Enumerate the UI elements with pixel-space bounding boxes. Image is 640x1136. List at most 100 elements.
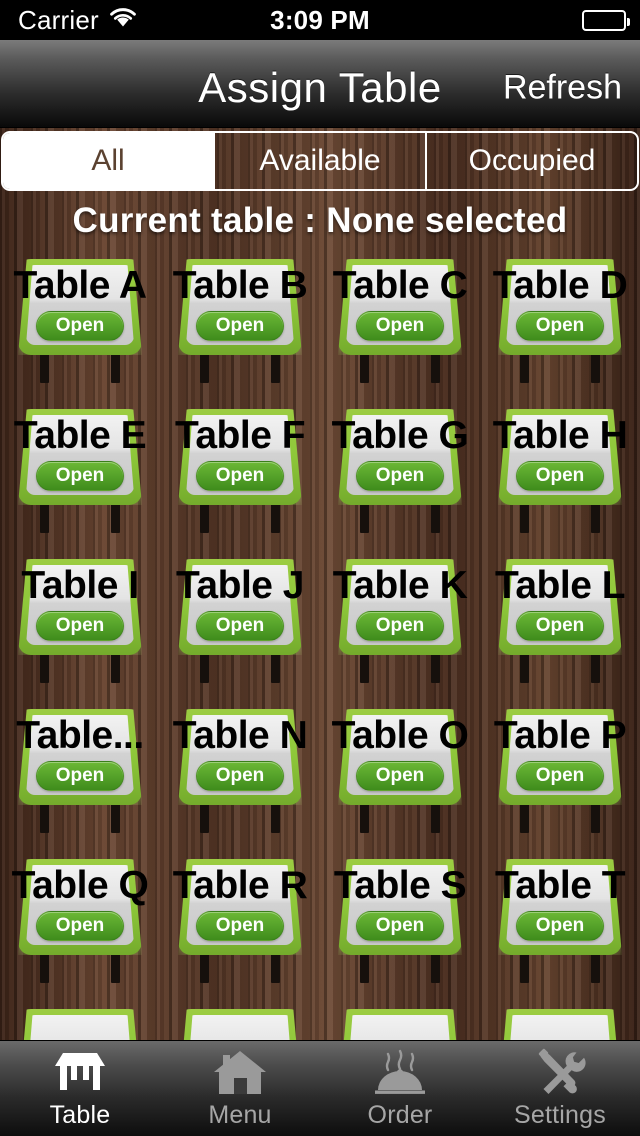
table-item[interactable]: Open Table T <box>480 854 640 1004</box>
table-name-label: Table K <box>332 565 468 607</box>
table-graphic-icon: Open Table N <box>173 709 308 839</box>
content-area: All Available Occupied Current table : N… <box>0 128 640 1136</box>
tab-menu-label: Menu <box>208 1100 272 1129</box>
table-graphic-icon: Open Table R <box>173 859 308 989</box>
table-status-badge: Open <box>36 911 124 941</box>
table-status-badge: Open <box>356 311 444 341</box>
table-status-badge: Open <box>516 911 604 941</box>
table-graphic-icon: Open Table H <box>493 409 628 539</box>
table-grid-row: Open Table I Open Table J Open Table K Open Tab… <box>0 554 640 704</box>
table-graphic-icon: Open Table... <box>14 709 146 839</box>
filter-segmented-control[interactable]: All Available Occupied <box>1 131 639 191</box>
table-name-label <box>316 1015 484 1057</box>
table-graphic-icon: Open Table E <box>14 409 147 539</box>
table-grid-row: Open Table E Open Table F Open Table G Open Tab… <box>0 404 640 554</box>
table-item[interactable]: Open Table K <box>320 554 480 704</box>
table-item[interactable]: Open Table E <box>0 404 160 554</box>
table-item[interactable]: Open Table O <box>320 704 480 854</box>
battery-full-icon <box>582 9 630 31</box>
segment-available[interactable]: Available <box>215 133 427 189</box>
table-name-label: Table... <box>16 715 144 757</box>
status-bar: Carrier 3:09 PM <box>0 0 640 40</box>
table-name-label: Table E <box>13 415 147 457</box>
segment-all[interactable]: All <box>3 133 215 189</box>
table-status-badge: Open <box>196 761 284 791</box>
table-item[interactable]: Open Table R <box>160 854 320 1004</box>
table-item[interactable]: Open Table Q <box>0 854 160 1004</box>
table-status-badge: Open <box>356 761 444 791</box>
table-graphic-icon: Open Table S <box>334 859 467 989</box>
table-name-label: Table Q <box>11 865 149 907</box>
table-graphic-icon: Open Table B <box>173 259 308 389</box>
table-status-badge: Open <box>196 311 284 341</box>
table-item[interactable]: Open Table P <box>480 704 640 854</box>
navigation-bar: Assign Table Refresh <box>0 40 640 128</box>
table-graphic-icon: Open Table C <box>333 259 468 389</box>
table-name-label: Table I <box>21 565 139 607</box>
table-grid-row: Open Table A Open Table B Open Table C Open Tab… <box>0 254 640 404</box>
table-graphic-icon: Open Table A <box>13 259 147 389</box>
table-graphic-icon: Open Table P <box>494 709 627 839</box>
table-name-label: Table H <box>492 415 628 457</box>
table-graphic-icon: Open Table G <box>332 409 469 539</box>
table-item[interactable]: Open Table N <box>160 704 320 854</box>
table-item[interactable]: Open Table A <box>0 254 160 404</box>
table-status-badge: Open <box>36 311 124 341</box>
table-status-badge: Open <box>36 461 124 491</box>
table-name-label: Table D <box>492 265 628 307</box>
table-graphic-icon: Open Table L <box>494 559 626 689</box>
table-item[interactable]: Open Table J <box>160 554 320 704</box>
status-bar-right <box>582 9 630 31</box>
tab-table-label: Table <box>49 1100 111 1129</box>
table-status-badge: Open <box>516 761 604 791</box>
table-name-label: Table P <box>493 715 627 757</box>
table-item[interactable]: Open Table D <box>480 254 640 404</box>
table-item[interactable]: Open Table B <box>160 254 320 404</box>
table-name-label: Table B <box>172 265 308 307</box>
table-item[interactable]: Open Table F <box>160 404 320 554</box>
table-item[interactable]: Open Table... <box>0 704 160 854</box>
table-name-label <box>476 1015 640 1057</box>
table-name-label: Table A <box>13 265 147 307</box>
current-table-label: Current table : None selected <box>72 201 568 240</box>
table-status-badge: Open <box>196 461 284 491</box>
table-status-badge: Open <box>356 611 444 641</box>
table-status-badge: Open <box>36 611 124 641</box>
table-graphic-icon: Open Table D <box>493 259 628 389</box>
table-name-label: Table L <box>494 565 626 607</box>
table-name-label: Table T <box>494 865 626 907</box>
table-name-label: Table C <box>332 265 468 307</box>
table-status-badge: Open <box>516 461 604 491</box>
table-graphic-icon: Open Table O <box>332 709 469 839</box>
table-status-badge: Open <box>196 911 284 941</box>
tab-order-label: Order <box>367 1100 433 1129</box>
table-name-label <box>156 1015 324 1057</box>
table-name-label: Table R <box>172 865 308 907</box>
refresh-button[interactable]: Refresh <box>503 69 622 108</box>
table-item[interactable]: Open Table G <box>320 404 480 554</box>
table-item[interactable]: Open Table H <box>480 404 640 554</box>
table-status-badge: Open <box>196 611 284 641</box>
segment-occupied[interactable]: Occupied <box>427 133 637 189</box>
table-item[interactable]: Open Table I <box>0 554 160 704</box>
table-name-label: Table O <box>331 715 469 757</box>
table-item[interactable]: Open Table L <box>480 554 640 704</box>
table-status-badge: Open <box>36 761 124 791</box>
table-graphic-icon: Open Table Q <box>12 859 149 989</box>
tab-settings-label: Settings <box>514 1100 606 1129</box>
table-graphic-icon: Open Table F <box>174 409 306 539</box>
table-graphic-icon: Open Table T <box>494 859 626 989</box>
table-name-label: Table N <box>172 715 308 757</box>
table-status-badge: Open <box>516 311 604 341</box>
table-graphic-icon: Open Table I <box>14 559 146 689</box>
clock-label: 3:09 PM <box>270 4 370 35</box>
table-grid: Open Table A Open Table B Open Table C Open Tab… <box>0 254 640 1136</box>
table-name-label: Table J <box>176 565 305 607</box>
table-graphic-icon: Open Table K <box>333 559 468 689</box>
table-name-label: Table F <box>174 415 306 457</box>
table-graphic-icon: Open Table J <box>174 559 306 689</box>
app-screen: Carrier 3:09 PM Assign Table Refresh All… <box>0 0 640 1136</box>
table-item[interactable]: Open Table C <box>320 254 480 404</box>
table-item[interactable]: Open Table S <box>320 854 480 1004</box>
table-status-badge: Open <box>356 461 444 491</box>
